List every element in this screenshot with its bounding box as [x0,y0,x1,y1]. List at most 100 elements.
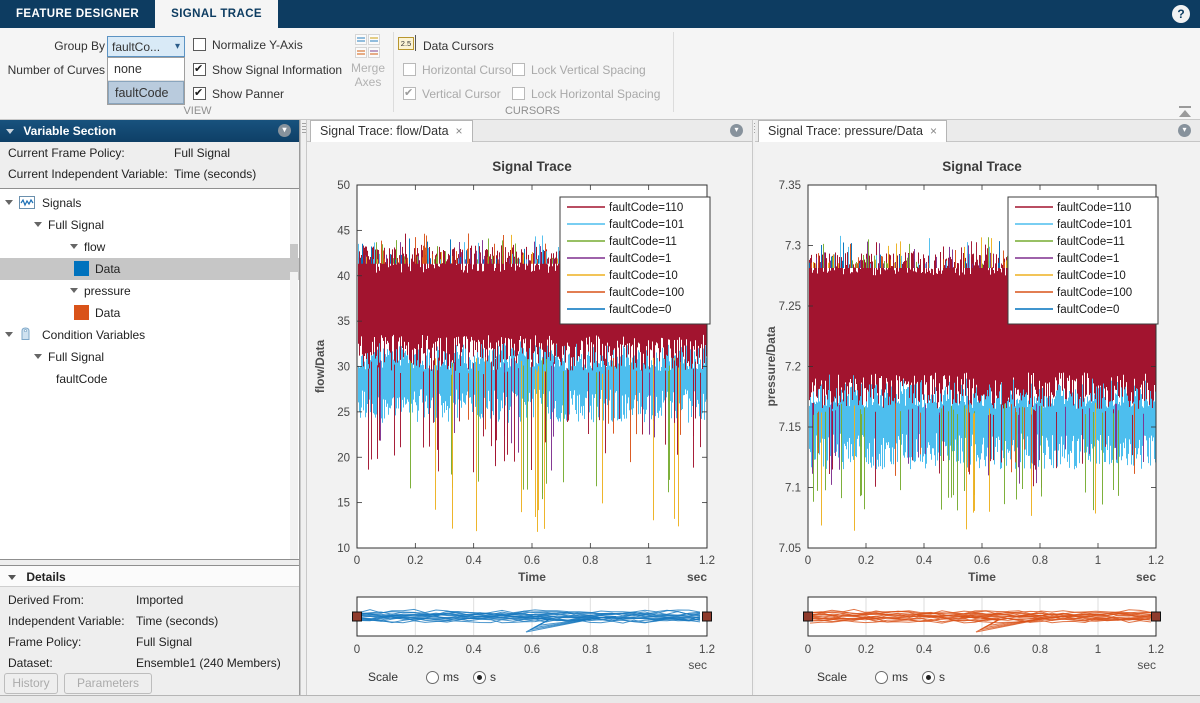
tab-signal-trace[interactable]: SIGNAL TRACE [155,0,278,28]
checkbox-lock-horizontal-spacing[interactable]: Lock Horizontal Spacing [512,86,660,101]
merge-axes-icon [355,34,381,58]
legend-entry-label: faultCode=100 [609,287,684,299]
legend-entry-label: faultCode=11 [609,236,677,248]
panner-tick-label: 1.2 [699,644,715,656]
expander-icon[interactable] [34,222,42,227]
expander-icon[interactable] [5,200,13,205]
tree-item-flow-data[interactable]: Data [0,258,299,280]
panel-menu-icon[interactable] [278,124,291,137]
legend-entry-label: faultCode=10 [1057,270,1126,282]
checkbox-normalize-y-axis[interactable]: Normalize Y-Axis [193,37,303,52]
scale-ms-radio[interactable]: ms [875,670,908,684]
checkbox-show-panner[interactable]: Show Panner [193,86,284,101]
checkbox-horizontal-cursor[interactable]: Horizontal Cursor [403,62,515,77]
ribbon-separator [393,32,394,112]
close-icon[interactable]: × [930,124,937,138]
pressure-plot-panel: Signal Trace: pressure/Data× 00.20.40.60… [755,120,1200,695]
tree-item-full-signal[interactable]: Full Signal [0,214,299,236]
tree-item-faultcode[interactable]: faultCode [0,368,299,390]
details-header[interactable]: Details [0,565,299,587]
tree-item-cv-full-signal[interactable]: Full Signal [0,346,299,368]
y-tick-label: 25 [337,407,350,419]
x-tick-label: 1.2 [699,555,715,567]
legend-entry-label: faultCode=101 [1057,219,1132,231]
tab-feature-designer[interactable]: FEATURE DESIGNER [0,0,155,28]
data-cursors-icon-bar [415,35,416,51]
splitter-grip-icon [302,123,306,135]
tree-item-flow[interactable]: flow [0,236,299,258]
tree-scrollbar[interactable] [290,189,298,559]
collapse-ribbon-icon[interactable] [1178,106,1192,118]
x-axis-label: Time [518,570,546,584]
chart-title: Signal Trace [492,159,572,174]
panner-tick-label: 0.4 [916,644,933,656]
scrollbar-thumb[interactable] [290,244,298,272]
panner-tick-label: 0.6 [524,644,540,656]
panel-splitter[interactable] [300,120,307,695]
tree-item-signals[interactable]: Signals [0,192,299,214]
scale-s-radio[interactable]: s [922,670,945,684]
scale-ms-radio[interactable]: ms [426,670,459,684]
ribbon-toolbar: Group By Number of Curves faultCo... ▾ n… [0,28,1200,120]
x-tick-label: 0.2 [858,555,874,567]
variable-tree: Signals Full Signal flow Data pressure D… [0,188,299,560]
x-tick-label: 1.2 [1148,555,1164,567]
status-bar [0,695,1200,703]
panner-right-handle[interactable] [1152,612,1161,621]
x-tick-label: 0 [805,555,811,567]
expander-icon[interactable] [34,354,42,359]
merge-axes-button[interactable]: Merge Axes [344,34,392,100]
pressure-scale-row: Scale ms s [817,669,945,685]
checkbox-icon [403,87,416,100]
help-icon[interactable]: ? [1172,5,1190,23]
expander-icon[interactable] [70,244,78,249]
panner-tick-label: 0.4 [466,644,483,656]
checkbox-icon [193,87,206,100]
y-axis-label: flow/Data [313,340,327,394]
panner-right-handle[interactable] [703,612,712,621]
number-of-curves-label: Number of Curves [4,63,105,77]
expander-icon[interactable] [5,332,13,337]
x-axis-unit: sec [687,570,707,584]
y-tick-label: 30 [337,362,350,374]
tab-signal-trace-flow[interactable]: Signal Trace: flow/Data× [310,120,473,142]
pressure-signal-plot: 00.20.40.60.811.27.057.17.157.27.257.37.… [755,142,1200,695]
group-by-options-list: none faultCode [107,57,185,105]
group-by-dropdown[interactable]: faultCo... ▾ [107,36,185,57]
ribbon-separator [673,32,674,112]
tab-menu-icon[interactable] [1178,124,1191,137]
y-tick-label: 10 [337,543,350,555]
tab-signal-trace-pressure[interactable]: Signal Trace: pressure/Data× [758,120,947,142]
x-axis-label: Time [968,570,996,584]
expander-icon[interactable] [70,288,78,293]
panner-left-handle[interactable] [804,612,813,621]
panner-left-handle[interactable] [353,612,362,621]
panner-tick-label: 1 [645,644,651,656]
option-faultcode[interactable]: faultCode [108,81,184,104]
flow-signal-plot: 00.20.40.60.811.2101520253035404550Signa… [307,142,752,695]
title-bar: FEATURE DESIGNER SIGNAL TRACE ? [0,0,1200,28]
y-tick-label: 7.15 [779,422,801,434]
scale-s-radio[interactable]: s [473,670,496,684]
option-none[interactable]: none [108,58,184,81]
panner-unit-label: sec [688,658,707,672]
tree-item-pressure[interactable]: pressure [0,280,299,302]
variable-section-header[interactable]: Variable Section [0,120,299,142]
radio-icon [875,671,888,684]
x-tick-label: 0.4 [466,555,483,567]
flow-plot-panel: Signal Trace: flow/Data× 00.20.40.60.811… [307,120,752,695]
parameters-button[interactable]: Parameters [64,673,152,694]
legend-entry-label: faultCode=0 [609,304,671,316]
checkbox-show-signal-information[interactable]: Show Signal Information [193,62,342,77]
y-tick-label: 7.2 [785,362,801,374]
data-cursors-label: Data Cursors [423,39,494,53]
history-button[interactable]: History [4,673,58,694]
y-axis-label: pressure/Data [764,326,778,406]
checkbox-vertical-cursor[interactable]: Vertical Cursor [403,86,501,101]
tree-item-pressure-data[interactable]: Data [0,302,299,324]
checkbox-lock-vertical-spacing[interactable]: Lock Vertical Spacing [512,62,646,77]
tree-item-condition-variables[interactable]: Condition Variables [0,324,299,346]
checkbox-icon [512,87,525,100]
close-icon[interactable]: × [456,124,463,138]
tab-menu-icon[interactable] [730,124,743,137]
